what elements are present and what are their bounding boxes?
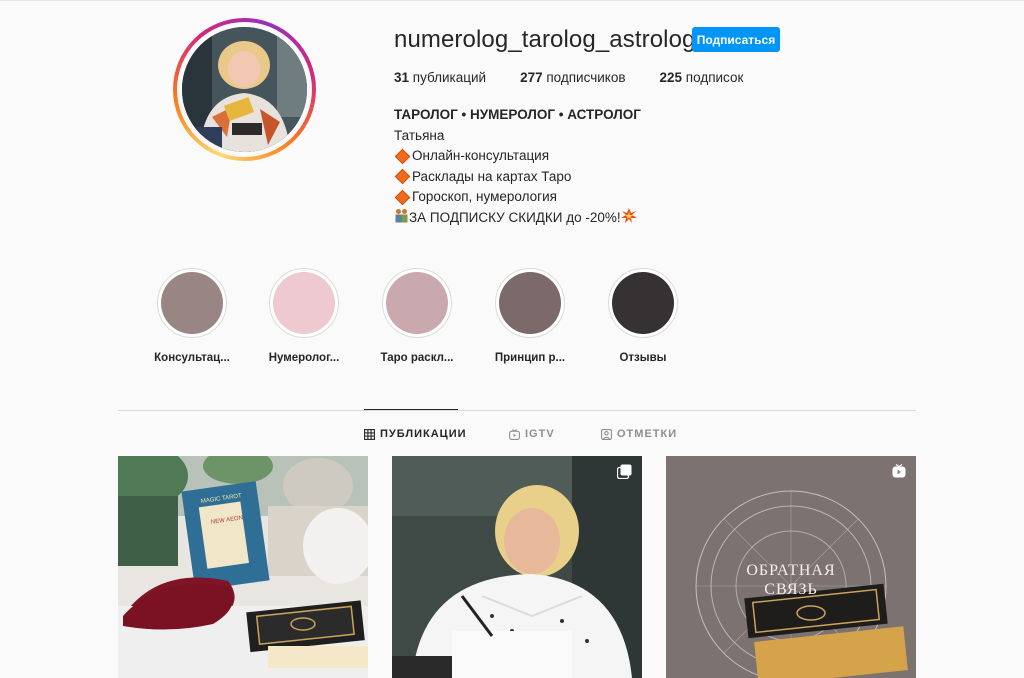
following-count: 225 xyxy=(659,70,686,85)
igtv-icon xyxy=(509,428,520,440)
bio-line-text: Онлайн-консультация xyxy=(412,148,550,163)
highlight-label: Нумеролог... xyxy=(268,352,340,364)
highlight-label: Консультац... xyxy=(154,352,230,364)
profile-bio: ТАРОЛОГ • НУМЕРОЛОГ • АСТРОЛОГ Татьяна О… xyxy=(394,105,641,229)
tab-tagged-label: ОТМЕТКИ xyxy=(617,428,678,440)
followers-count: 277 xyxy=(520,70,547,85)
post-tile-tarot-book[interactable]: MAGIC TAROT NEW AEON xyxy=(118,456,368,678)
follow-button[interactable]: Подписаться xyxy=(692,27,780,52)
followers-label: подписчиков xyxy=(546,70,626,85)
post-tile-feedback[interactable]: ОБРАТНАЯ СВЯЗЬ xyxy=(666,456,916,678)
bio-line-text: Гороскоп, нумерология xyxy=(412,189,557,204)
tab-posts-label: ПУБЛИКАЦИИ xyxy=(380,428,467,440)
following-count-stat[interactable]: 225 подписок xyxy=(660,70,744,85)
bio-line-discount: ЗА ПОДПИСКУ СКИДКИ до -20%! xyxy=(394,207,641,230)
orange-diamond-icon xyxy=(394,189,411,206)
posts-count: 31 xyxy=(394,70,413,85)
highlight-cover xyxy=(386,272,448,334)
active-tab-indicator xyxy=(364,409,458,410)
highlight-cover xyxy=(161,272,223,334)
bio-line-text: Расклады на картах Таро xyxy=(412,168,572,184)
highlight-label: Принцип р... xyxy=(494,352,566,364)
posts-count-stat[interactable]: 31 публикаций xyxy=(394,70,486,85)
orange-diamond-icon xyxy=(394,168,411,185)
top-border xyxy=(0,0,1024,1)
bio-line-horoscope: Гороскоп, нумерология xyxy=(394,187,641,208)
profile-stats: 31 публикаций 277 подписчиков 225 подпис… xyxy=(394,70,777,85)
post-tile-portrait[interactable] xyxy=(392,456,642,678)
highlight-tarot[interactable]: Таро раскл... xyxy=(372,268,462,364)
highlight-cover xyxy=(612,272,674,334)
profile-avatar[interactable] xyxy=(173,18,316,161)
highlight-numerology[interactable]: Нумеролог... xyxy=(259,268,349,364)
posts-label: публикаций xyxy=(412,70,487,85)
highlight-label: Таро раскл... xyxy=(380,352,454,364)
feedback-title-line2: СВЯЗЬ xyxy=(764,581,817,598)
multiple-photos-icon xyxy=(616,464,632,484)
bio-line-text: ЗА ПОДПИСКУ СКИДКИ до -20%! xyxy=(409,210,621,225)
tab-igtv[interactable]: IGTV xyxy=(509,428,555,440)
highlight-consultation[interactable]: Консультац... xyxy=(147,268,237,364)
highlight-principle[interactable]: Принцип р... xyxy=(485,268,575,364)
grid-icon xyxy=(364,428,375,440)
highlight-reviews[interactable]: Отзывы xyxy=(598,268,688,364)
bio-title: ТАРОЛОГ • НУМЕРОЛОГ • АСТРОЛОГ xyxy=(394,107,641,122)
collision-icon xyxy=(620,207,637,230)
tab-igtv-label: IGTV xyxy=(525,428,555,440)
profile-username: numerolog_tarolog_astrolog xyxy=(394,26,696,53)
highlight-cover xyxy=(499,272,561,334)
feedback-title-line1: ОБРАТНАЯ xyxy=(746,562,835,579)
people-icon xyxy=(394,208,409,230)
highlight-label: Отзывы xyxy=(619,352,667,364)
followers-count-stat[interactable]: 277 подписчиков xyxy=(520,70,625,85)
tab-posts[interactable]: ПУБЛИКАЦИИ xyxy=(364,428,467,440)
tagged-user-icon xyxy=(601,428,612,440)
orange-diamond-icon xyxy=(394,148,411,165)
highlight-cover xyxy=(273,272,335,334)
igtv-video-icon xyxy=(892,464,906,483)
bio-line-tarot: Расклады на картах Таро xyxy=(394,167,641,188)
tab-tagged[interactable]: ОТМЕТКИ xyxy=(601,428,677,440)
bio-name: Татьяна xyxy=(394,127,445,143)
avatar-photo xyxy=(182,27,307,152)
tabs-divider xyxy=(118,410,916,411)
bio-line-consultation: Онлайн-консультация xyxy=(394,146,641,167)
following-label: подписок xyxy=(685,70,744,85)
